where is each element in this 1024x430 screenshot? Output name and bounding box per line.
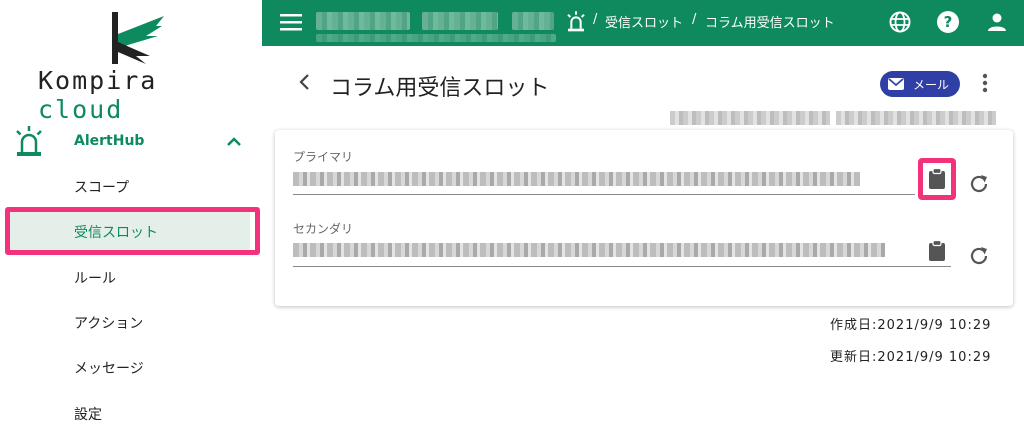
secondary-field-label: セカンダリ <box>293 222 354 236</box>
chevron-up-icon[interactable] <box>224 132 244 152</box>
refresh-icon[interactable] <box>968 245 990 267</box>
sidebar-item-rules[interactable]: ルール <box>74 268 116 288</box>
svg-text:?: ? <box>944 13 953 31</box>
globe-icon[interactable] <box>888 10 912 34</box>
redacted-meta-2 <box>836 111 996 125</box>
menu-icon[interactable] <box>280 12 302 32</box>
mail-type-chip[interactable]: メール <box>880 71 960 97</box>
page-title: コラム用受信スロット <box>330 76 550 101</box>
created-timestamp: 作成日:2021/9/9 10:29 <box>830 318 992 333</box>
updated-timestamp: 更新日:2021/9/9 10:29 <box>830 350 992 365</box>
secondary-address-field[interactable] <box>293 243 885 257</box>
sidebar-item-actions[interactable]: アクション <box>74 313 143 333</box>
logo-word-1: Kompira <box>38 66 158 95</box>
help-icon[interactable]: ? <box>936 10 960 34</box>
sidebar: Kompira cloud AlertHub スコープ 受信スロット ルール ア… <box>0 0 262 430</box>
nav-group-alerthub[interactable]: AlertHub <box>0 122 262 162</box>
clipboard-icon[interactable] <box>927 240 947 262</box>
top-app-bar: / 受信スロット / コラム用受信スロット ? <box>262 0 1024 46</box>
slot-address-card <box>275 130 1013 306</box>
redacted-subline <box>316 34 556 42</box>
logo-word-2: cloud <box>38 95 124 124</box>
sidebar-item-messages[interactable]: メッセージ <box>74 358 144 378</box>
siren-icon <box>567 11 585 32</box>
siren-icon <box>16 126 42 156</box>
more-vert-icon[interactable] <box>979 72 991 94</box>
kompira-cloud-logo[interactable]: Kompira cloud <box>38 12 228 124</box>
breadcrumb-separator: / <box>692 12 697 27</box>
redacted-meta-1 <box>670 111 830 125</box>
back-arrow-icon[interactable] <box>296 72 314 92</box>
primary-address-field[interactable] <box>293 172 860 186</box>
refresh-icon[interactable] <box>968 173 990 195</box>
secondary-field-underline <box>293 266 951 267</box>
logo-mark-icon <box>112 12 164 64</box>
primary-field-underline <box>293 194 915 195</box>
redacted-org-name <box>316 12 410 30</box>
nav-group-label: AlertHub <box>74 133 145 149</box>
sidebar-item-settings[interactable]: 設定 <box>74 404 102 424</box>
breadcrumb-current: コラム用受信スロット <box>705 16 835 31</box>
sidebar-item-scope[interactable]: スコープ <box>74 177 129 197</box>
mail-chip-label: メール <box>913 77 950 92</box>
redacted-space-name <box>512 12 554 30</box>
mail-icon <box>888 78 904 90</box>
logo-text: Kompira cloud <box>38 66 228 124</box>
primary-field-label: プライマリ <box>293 150 354 164</box>
account-icon[interactable] <box>985 10 1009 34</box>
breadcrumb-receive-slot[interactable]: 受信スロット <box>605 12 683 31</box>
clipboard-highlight <box>918 158 956 200</box>
redacted-tenant-name <box>422 12 498 30</box>
sidebar-item-receive-slot[interactable]: 受信スロット <box>74 222 158 242</box>
breadcrumb-separator: / <box>593 12 598 27</box>
